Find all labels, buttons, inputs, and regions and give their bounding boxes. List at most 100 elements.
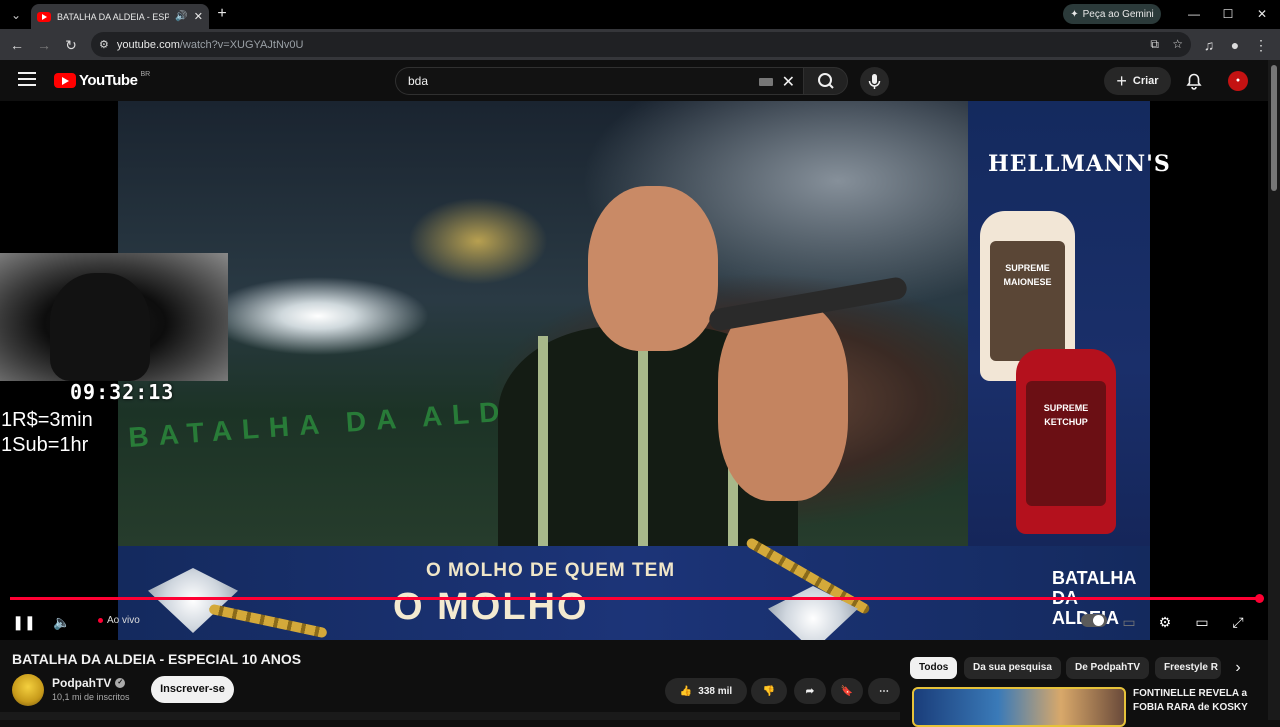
like-button[interactable]: 👍 338 mil	[665, 678, 747, 704]
live-label: Ao vivo	[107, 615, 140, 626]
url-path: /watch?v=XUGYAJtNv0U	[179, 38, 304, 51]
clear-search-icon[interactable]: ✕	[782, 72, 795, 92]
notifications-bell-icon[interactable]	[1183, 70, 1205, 92]
browser-menu-icon[interactable]: ⋮	[1250, 34, 1272, 56]
youtube-logo-text: YouTube	[79, 72, 138, 89]
live-indicator[interactable]: Ao vivo	[98, 615, 140, 626]
hamburger-menu-icon[interactable]	[18, 72, 36, 86]
microphone-icon	[868, 74, 881, 89]
video-title: BATALHA DA ALDEIA - ESPECIAL 10 ANOS	[12, 651, 302, 667]
shirt-stripe	[638, 336, 648, 546]
bottle-label: SUPREME KETCHUP	[1026, 381, 1106, 506]
subscription-rule: 1Sub=1hr	[1, 434, 89, 456]
new-tab-button[interactable]: +	[212, 4, 232, 24]
reload-icon[interactable]: ↻	[60, 34, 82, 56]
close-window-icon[interactable]: ✕	[1247, 4, 1277, 24]
bookmark-icon: 🔖	[840, 685, 854, 697]
forward-arrow-icon[interactable]: →	[33, 34, 55, 56]
plus-icon: +	[1116, 71, 1127, 91]
bottle-label: SUPREME MAIONESE	[990, 241, 1065, 361]
address-bar[interactable]: ⚙ youtube.com/watch?v=XUGYAJtNv0U ⧉ ☆	[91, 32, 1191, 57]
streamer-figure	[50, 273, 150, 381]
progress-bar[interactable]	[10, 597, 1260, 600]
subscriber-count: 10,1 mi de inscritos	[52, 692, 130, 702]
url-host: youtube.com	[116, 38, 180, 51]
youtube-masthead: YouTube BR ✕ + Criar ●	[0, 60, 1268, 101]
close-tab-icon[interactable]: ✕	[194, 10, 203, 23]
streamer-webcam	[0, 253, 228, 381]
chip-freestyle[interactable]: Freestyle R	[1155, 657, 1221, 679]
ketchup-bottle: SUPREME KETCHUP	[1016, 349, 1116, 534]
search-icon	[818, 73, 834, 89]
chevron-right-icon[interactable]: ›	[1226, 656, 1250, 680]
description-box-edge	[0, 712, 900, 720]
shirt-stripe	[538, 336, 548, 546]
channel-name[interactable]: PodpahTV ✓	[52, 676, 126, 690]
pause-icon[interactable]: ❚❚	[12, 611, 36, 633]
settings-gear-icon[interactable]: ⚙	[1153, 611, 1177, 633]
gemini-button[interactable]: ✦ Peça ao Gemini	[1063, 4, 1161, 24]
subtitles-icon[interactable]: ▭	[1117, 611, 1141, 633]
like-count: 338 mil	[698, 685, 733, 697]
thumbs-down-icon: 👎	[762, 685, 776, 697]
youtube-logo[interactable]: YouTube BR	[54, 71, 151, 89]
browser-tab[interactable]: BATALHA DA ALDEIA - ESPECIAL 10 ANOS 🔊 ✕	[31, 4, 209, 29]
save-button[interactable]: 🔖	[831, 678, 863, 704]
chip-de-podpahtv[interactable]: De PodpahTV	[1066, 657, 1150, 679]
speaker-icon[interactable]: 🔊	[175, 11, 187, 22]
channel-avatar[interactable]	[12, 674, 44, 706]
search-button[interactable]	[803, 67, 848, 95]
maximize-icon[interactable]: ☐	[1213, 4, 1243, 24]
keyboard-icon[interactable]	[759, 78, 773, 86]
account-avatar[interactable]: ●	[1228, 71, 1248, 91]
side-advertisement: HELLMANN'S SUPREME MAIONESE SUPREME KETC…	[968, 101, 1170, 546]
performer-arm	[718, 301, 848, 501]
volume-icon[interactable]: 🔈	[50, 611, 74, 633]
subathon-timer: 09:32:13	[70, 380, 175, 404]
ad-tagline-small: O MOLHO DE QUEM TEM	[426, 560, 676, 581]
share-arrow-icon: ➦	[805, 685, 815, 697]
live-dot-icon	[98, 618, 103, 623]
theater-mode-icon[interactable]: ▭	[1190, 611, 1214, 633]
subscribe-button[interactable]: Inscrever-se	[151, 676, 234, 703]
ad-tagline-large: O MOLHO	[393, 586, 589, 628]
progress-scrubber[interactable]	[1255, 594, 1264, 603]
page-scrollbar[interactable]	[1268, 60, 1280, 720]
thumbs-up-icon: 👍	[679, 685, 693, 697]
search-input[interactable]	[408, 74, 748, 88]
media-control-icon[interactable]: ♫	[1198, 34, 1220, 56]
diamond-graphic	[148, 568, 238, 633]
profile-icon[interactable]: ●	[1224, 34, 1246, 56]
url-text: youtube.com/watch?v=XUGYAJtNv0U	[117, 39, 304, 51]
site-info-icon[interactable]: ⚙	[99, 38, 109, 51]
chip-todos[interactable]: Todos	[910, 657, 958, 679]
video-player[interactable]: BATALHA DA ALDEIA HELLMANN'S SUPREME MAI…	[0, 101, 1268, 640]
fullscreen-icon[interactable]: ⤢	[1226, 611, 1250, 633]
autoplay-toggle[interactable]	[1081, 614, 1107, 627]
youtube-favicon-icon	[37, 11, 51, 22]
chip-da-sua-pesquisa[interactable]: Da sua pesquisa	[964, 657, 1061, 679]
minimize-icon[interactable]: —	[1179, 4, 1209, 24]
tab-search-chevron-icon[interactable]: ⌄	[6, 5, 26, 25]
create-label: Criar	[1132, 75, 1159, 87]
donation-rule: 1R$=3min	[1, 409, 93, 431]
browser-tabstrip: ⌄ BATALHA DA ALDEIA - ESPECIAL 10 ANOS 🔊…	[0, 0, 1280, 29]
country-code: BR	[140, 71, 151, 78]
more-actions-button[interactable]: ⋯	[868, 678, 900, 704]
dislike-button[interactable]: 👎	[751, 678, 787, 704]
bottom-advertisement: O MOLHO DE QUEM TEM O MOLHO BATALHA DA A…	[118, 536, 1150, 640]
channel-name-text: PodpahTV	[52, 676, 112, 690]
share-button[interactable]: ➦	[794, 678, 826, 704]
tab-title: BATALHA DA ALDEIA - ESPECIAL 10 ANOS	[57, 11, 170, 22]
scrollbar-thumb[interactable]	[1271, 65, 1277, 191]
event-logo-line1: BATALHA DA	[1052, 568, 1136, 608]
youtube-play-logo-icon	[54, 73, 76, 88]
bookmark-star-icon[interactable]: ☆	[1172, 37, 1183, 51]
recommendation-thumbnail[interactable]	[912, 687, 1126, 727]
back-arrow-icon[interactable]: ←	[6, 34, 28, 56]
install-app-icon[interactable]: ⧉	[1150, 37, 1159, 52]
recommendation-title[interactable]: FONTINELLE REVELA a FOBIA RARA de KOSKY	[1133, 687, 1253, 715]
ad-brand-name: HELLMANN'S	[988, 151, 1171, 177]
create-button[interactable]: + Criar	[1104, 67, 1171, 95]
voice-search-button[interactable]	[860, 67, 889, 96]
